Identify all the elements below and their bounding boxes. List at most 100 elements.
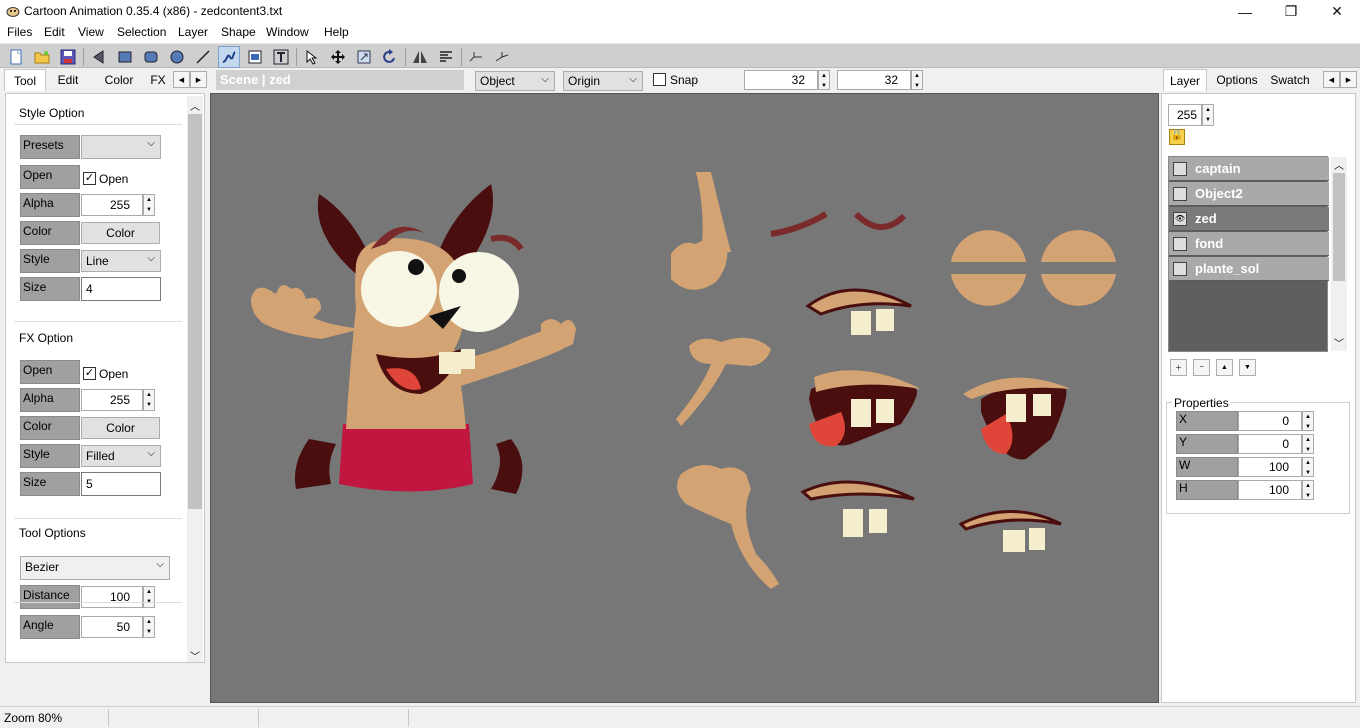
tab-swatch[interactable]: Swatch	[1265, 69, 1315, 91]
fx-style-select[interactable]: Filled ⌵	[81, 445, 161, 467]
prop-x-input[interactable]: 0	[1238, 411, 1302, 431]
menu-shape[interactable]: Shape	[221, 25, 256, 39]
fx-size-input[interactable]: 5	[81, 472, 161, 496]
origin-select[interactable]: Origin ⌵	[563, 71, 643, 91]
fx-alpha-spinner[interactable]: ▲ ▼	[143, 389, 155, 411]
presets-select[interactable]: ⌵	[81, 135, 161, 159]
minimize-button[interactable]: —	[1222, 0, 1268, 23]
move-layer-up-icon[interactable]: ▲	[1216, 359, 1233, 376]
prop-w-input[interactable]: 100	[1238, 457, 1302, 477]
fx-alpha-input[interactable]: 255	[81, 389, 143, 411]
visibility-toggle[interactable]	[1173, 187, 1187, 201]
tab-scroll-left-icon[interactable]: ◀	[173, 71, 190, 88]
scroll-up-icon[interactable]: ︿	[1334, 157, 1344, 172]
layer-row[interactable]: fond	[1169, 232, 1329, 256]
visibility-toggle[interactable]	[1173, 162, 1187, 176]
grid-y-input[interactable]: 32	[837, 70, 911, 90]
distance-spinner[interactable]: ▲▼	[143, 586, 155, 608]
menu-files[interactable]: Files	[7, 25, 32, 39]
add-layer-icon[interactable]: ＋	[1170, 359, 1187, 376]
snap-checkbox[interactable]	[653, 73, 666, 86]
maximize-button[interactable]: ❐	[1268, 0, 1314, 23]
layer-opacity-input[interactable]: 255	[1168, 104, 1202, 126]
layer-list-scrollbar[interactable]: ︿ ﹀	[1331, 157, 1347, 351]
scroll-down-icon[interactable]: ﹀	[1334, 335, 1344, 350]
ellipse-icon[interactable]	[166, 46, 188, 68]
tool-type-select[interactable]: Bezier ⌵	[20, 556, 170, 580]
style-size-input[interactable]: 4	[81, 277, 161, 301]
rounded-rect-icon[interactable]	[140, 46, 162, 68]
drawing-canvas[interactable]	[210, 93, 1159, 703]
path-b-icon[interactable]	[491, 46, 513, 68]
text-icon[interactable]	[270, 46, 292, 68]
prop-h-spinner[interactable]: ▲ ▼	[1302, 480, 1314, 500]
visibility-toggle[interactable]	[1173, 262, 1187, 276]
right-tab-scroll-left-icon[interactable]: ◀	[1323, 71, 1340, 88]
angle-input[interactable]: 50	[81, 616, 143, 638]
scroll-down-icon[interactable]: ﹀	[190, 648, 200, 663]
tool-panel-scrollbar[interactable]: ︿ ﹀	[187, 96, 203, 663]
path-a-icon[interactable]	[465, 46, 487, 68]
flip-icon[interactable]	[409, 46, 431, 68]
scroll-up-icon[interactable]: ︿	[190, 98, 200, 113]
new-file-icon[interactable]	[5, 46, 27, 68]
menu-edit[interactable]: Edit	[44, 25, 65, 39]
visibility-toggle[interactable]	[1173, 237, 1187, 251]
fx-open-checkbox[interactable]: ✓	[83, 367, 96, 380]
tab-fx[interactable]: FX	[145, 69, 171, 91]
scrollbar-thumb[interactable]	[188, 114, 202, 509]
menu-layer[interactable]: Layer	[178, 25, 208, 39]
grid-x-spinner[interactable]: ▲ ▼	[818, 70, 830, 90]
node-edit-icon[interactable]	[301, 46, 323, 68]
grid-x-input[interactable]: 32	[744, 70, 818, 90]
right-tab-scroll-right-icon[interactable]: ▶	[1340, 71, 1357, 88]
tab-edit[interactable]: Edit	[50, 69, 86, 91]
style-style-select[interactable]: Line ⌵	[81, 250, 161, 272]
scrollbar-thumb[interactable]	[1333, 173, 1345, 281]
resize-icon[interactable]	[353, 46, 375, 68]
mode-select[interactable]: Object ⌵	[475, 71, 555, 91]
close-button[interactable]: ✕	[1314, 0, 1360, 23]
tab-options[interactable]: Options	[1211, 69, 1263, 91]
prop-y-spinner[interactable]: ▲ ▼	[1302, 434, 1314, 454]
bezier-icon[interactable]	[218, 46, 240, 68]
distance-input[interactable]: 100	[81, 586, 143, 608]
rotate-icon[interactable]	[379, 46, 401, 68]
lasso-icon[interactable]	[88, 46, 110, 68]
tab-layer[interactable]: Layer	[1163, 69, 1207, 91]
menu-window[interactable]: Window	[266, 25, 309, 39]
prop-w-spinner[interactable]: ▲ ▼	[1302, 457, 1314, 477]
prop-h-input[interactable]: 100	[1238, 480, 1302, 500]
rectangle-icon[interactable]	[114, 46, 136, 68]
layer-row-selected[interactable]: 👁 zed	[1169, 207, 1329, 231]
tab-tool[interactable]: Tool	[4, 69, 46, 91]
angle-spinner[interactable]: ▲ ▼	[143, 616, 155, 638]
style-open-checkbox[interactable]: ✓	[83, 172, 96, 185]
style-alpha-input[interactable]: 255	[81, 194, 143, 216]
style-alpha-spinner[interactable]: ▲ ▼	[143, 194, 155, 216]
align-icon[interactable]	[435, 46, 457, 68]
layer-row[interactable]: plante_sol	[1169, 257, 1329, 281]
menu-selection[interactable]: Selection	[117, 25, 166, 39]
remove-layer-icon[interactable]: −	[1193, 359, 1210, 376]
style-color-button[interactable]: Color	[81, 222, 160, 244]
grid-y-spinner[interactable]: ▲ ▼	[911, 70, 923, 90]
line-icon[interactable]	[192, 46, 214, 68]
layer-opacity-spinner[interactable]: ▲ ▼	[1202, 104, 1214, 126]
fx-color-button[interactable]: Color	[81, 417, 160, 439]
move-layer-down-icon[interactable]: ▼	[1239, 359, 1256, 376]
menu-view[interactable]: View	[78, 25, 104, 39]
layer-row[interactable]: Object2	[1169, 182, 1329, 206]
prop-x-spinner[interactable]: ▲ ▼	[1302, 411, 1314, 431]
move-icon[interactable]	[327, 46, 349, 68]
image-icon[interactable]	[244, 46, 266, 68]
tab-color[interactable]: Color	[98, 69, 140, 91]
eye-icon[interactable]: 👁	[1173, 212, 1187, 226]
prop-y-input[interactable]: 0	[1238, 434, 1302, 454]
open-folder-icon[interactable]	[31, 46, 53, 68]
lock-icon[interactable]: 🔒	[1169, 129, 1185, 145]
menu-help[interactable]: Help	[324, 25, 349, 39]
tab-scroll-right-icon[interactable]: ▶	[190, 71, 207, 88]
layer-row[interactable]: captain	[1169, 157, 1329, 181]
save-icon[interactable]	[57, 46, 79, 68]
